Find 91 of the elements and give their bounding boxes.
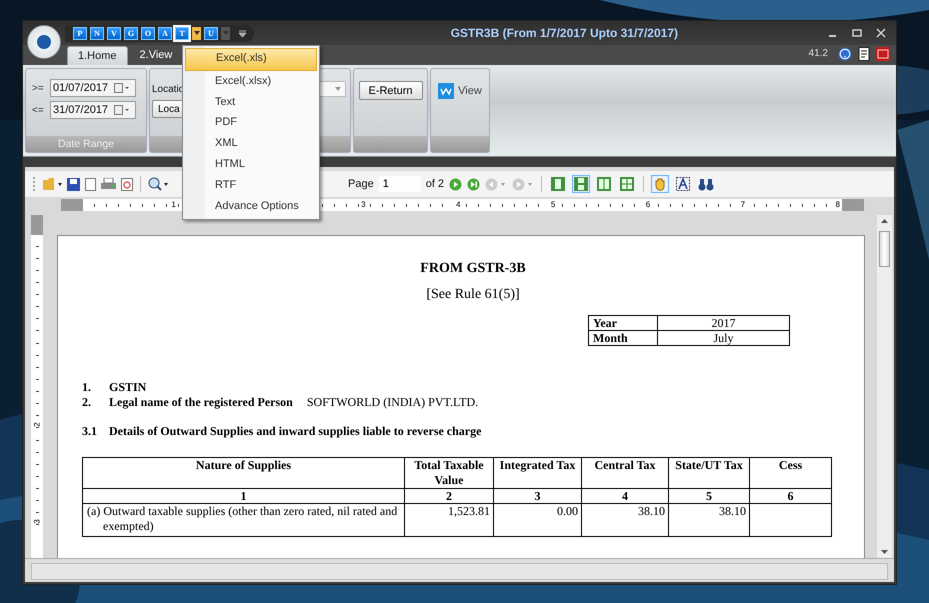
page-layout-icon[interactable] [549,175,568,193]
menu-item[interactable]: Advance Options [185,196,317,216]
report-title: FROM GSTR-3B [419,261,527,277]
quick-access-button[interactable]: U [204,26,218,40]
section-number: 3.1 [82,424,98,439]
folder-icon[interactable] [42,177,62,191]
table-cell: Month [588,330,658,346]
report-subtitle: [See Rule 61(5)] [425,287,521,303]
item-number: 2. [82,395,92,410]
column-header: Integrated Tax [494,458,582,488]
section-title: Details of Outward Supplies and inward supplies liable to reverse charge [109,424,482,439]
column-header: Total Taxable Value [404,458,494,488]
printer-icon[interactable] [101,178,116,190]
menu-item[interactable]: Text [185,92,317,112]
column-number: 5 [668,488,750,504]
table-cell: 0.00 [494,504,582,536]
help-icon[interactable] [838,46,852,60]
menu-item[interactable]: Excel(.xls) [185,48,317,71]
page-layout-icon[interactable] [618,175,636,193]
e-return-button[interactable]: E-Return [358,81,422,100]
field-label: GSTIN [109,380,146,395]
group-label: Date Range [26,136,146,152]
table-cell: 1,523.81 [404,504,494,536]
page-icon[interactable] [85,178,96,190]
table-cell: July [658,330,790,346]
table-cell: 38.10 [668,504,750,536]
column-header: Central Tax [582,458,668,488]
column-number: 2 [404,488,494,504]
table-cell: Year [588,316,658,330]
from-date-field[interactable]: 01/07/2017 [50,79,136,97]
hand-icon[interactable] [651,175,670,193]
last-page-icon[interactable] [467,178,480,190]
column-number: 1 [82,488,404,504]
version-label: 41.2 [808,48,828,59]
field-label: Legal name of the registered Person [109,395,293,410]
vertical-scrollbar[interactable] [877,215,892,558]
app-logo-icon[interactable] [27,25,61,59]
quick-access-button[interactable]: A [158,26,172,40]
document-icon[interactable] [858,46,870,60]
text-select-icon[interactable] [674,175,692,193]
caret-icon[interactable] [192,26,201,40]
view-icon [438,83,454,99]
table-cell: 2017 [658,316,790,330]
export-icon[interactable] [121,178,133,190]
item-number: 1. [82,380,92,395]
page-label: Page [348,178,374,190]
page-count: of 2 [426,178,444,190]
window-title: GSTR3B (From 1/7/2017 Upto 31/7/2017) [450,26,679,40]
view-button[interactable]: View [438,83,482,99]
table-cell: (a) Outward taxable supplies (other than zero rated, nil rated and exempted) [82,504,404,536]
menu-item[interactable]: XML [185,133,317,154]
scroll-up-icon[interactable] [881,219,888,223]
field-value: SOFTWORLD (INDIA) PVT.LTD. [306,395,478,410]
scroll-down-icon[interactable] [881,550,888,554]
quick-access-button[interactable]: O [141,26,155,40]
maximize-icon[interactable] [852,28,862,38]
from-operator: >= [32,82,45,94]
quick-access-button[interactable]: G [124,26,138,40]
menu-item[interactable]: PDF [185,112,317,134]
column-header: Cess [750,458,832,488]
customize-icon[interactable] [239,30,246,36]
column-number: 4 [582,488,668,504]
scroll-thumb[interactable] [879,231,890,267]
ribbon-tab[interactable]: 2.View [128,46,182,65]
zoom-icon[interactable] [148,177,170,191]
column-header: Nature of Supplies [82,458,404,488]
menu-item[interactable]: Excel(.xlsx) [185,70,317,92]
page-number-field[interactable]: 1 [378,176,421,192]
column-number: 6 [750,488,832,504]
menu-item[interactable]: RTF [185,174,317,196]
quick-access-button[interactable]: P [73,26,87,40]
save-icon[interactable] [67,178,80,190]
to-operator: <= [32,104,45,116]
close-icon[interactable] [876,28,886,38]
ribbon-tab[interactable]: 1.Home [67,46,128,65]
table-cell: 38.10 [582,504,668,536]
calendar-icon[interactable] [114,105,130,115]
page-layout-icon[interactable] [595,175,614,193]
to-date-field[interactable]: 31/07/2017 [50,101,136,119]
exit-icon[interactable] [876,46,890,60]
quick-access-button[interactable]: V [107,26,121,40]
page-layout-icon[interactable] [572,175,590,193]
group-footer [431,136,489,152]
column-header: State/UT Tax [668,458,750,488]
calendar-icon[interactable] [114,83,130,93]
menu-item[interactable]: HTML [185,154,317,175]
quick-access-button[interactable]: T [175,26,189,40]
vertical-ruler: 2 3 [31,215,43,558]
next-page-icon[interactable] [449,178,462,190]
column-number: 3 [494,488,582,504]
quick-access-button[interactable]: N [90,26,104,40]
